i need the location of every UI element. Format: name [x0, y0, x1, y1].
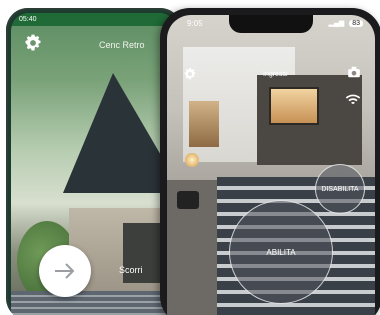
signal-icon: ▂▄▆: [328, 20, 345, 27]
swipe-label: Scorri: [119, 265, 143, 275]
status-indicators: ▂▄▆ 83: [329, 19, 363, 27]
enable-button[interactable]: ABILITA: [229, 200, 333, 304]
gear-icon[interactable]: [183, 67, 197, 81]
arrow-right-icon: [55, 263, 75, 279]
swipe-button[interactable]: [39, 245, 91, 297]
status-time: 9:05: [187, 19, 203, 28]
camera-icon[interactable]: [347, 65, 361, 79]
notch: [229, 15, 313, 33]
wifi-icon: [345, 93, 361, 105]
iphone-screen: 9:05 ▂▄▆ 83 Ingressi DISABILITA ABILITA: [167, 15, 375, 315]
gate-sensor: [177, 191, 199, 209]
iphone: 9:05 ▂▄▆ 83 Ingressi DISABILITA ABILITA: [160, 8, 380, 315]
android-screen: 05:40 Cenc Retro Scorri: [11, 13, 177, 315]
status-bar: 05:40: [11, 13, 177, 26]
page-title: Cenc Retro: [99, 40, 145, 50]
window-left: [189, 101, 219, 147]
location-label: Ingressi: [263, 71, 288, 78]
app-showcase: 05:40 Cenc Retro Scorri 9:05 ▂▄▆ 83 Ingr…: [0, 0, 380, 315]
window-lit: [269, 87, 319, 125]
disable-button[interactable]: DISABILITA: [315, 164, 365, 214]
battery-indicator: 83: [349, 20, 363, 27]
garden-lamp: [185, 153, 199, 167]
status-time: 05:40: [19, 16, 37, 23]
fence: [11, 291, 177, 315]
android-phone: 05:40 Cenc Retro Scorri: [6, 8, 182, 315]
gear-icon[interactable]: [23, 33, 43, 53]
